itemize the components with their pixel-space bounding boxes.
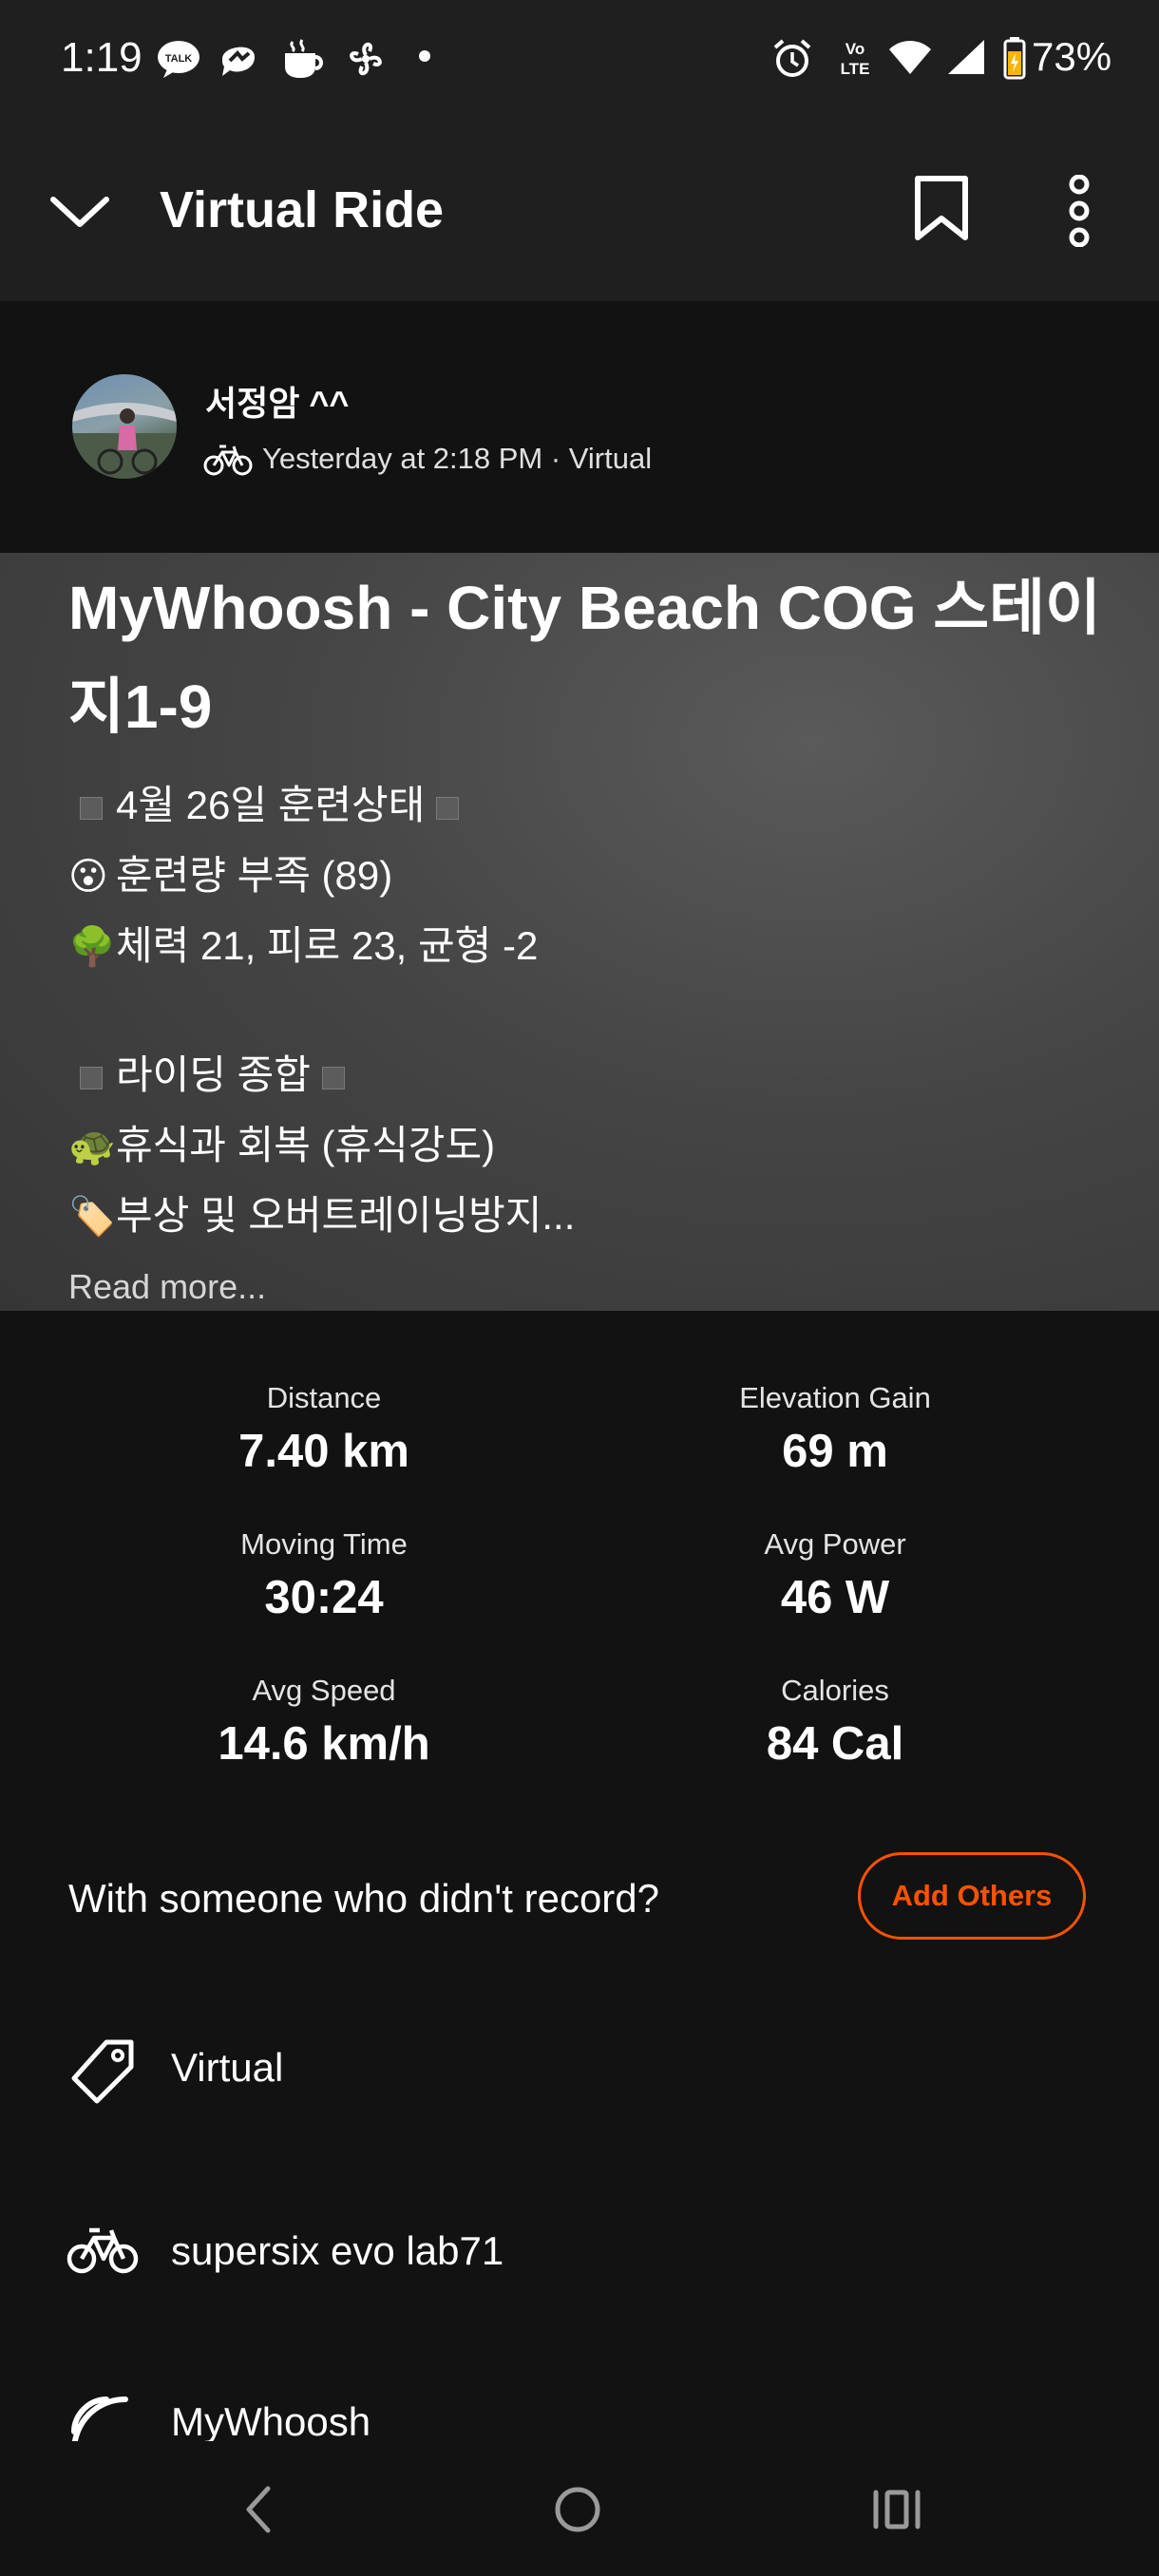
status-time: 1:19: [61, 34, 142, 81]
svg-text:Vo: Vo: [846, 40, 864, 58]
svg-text:TALK: TALK: [165, 53, 193, 65]
stat-value-avg-speed: 14.6 km/h: [218, 1718, 430, 1770]
stat-value-distance: 7.40 km: [238, 1426, 409, 1477]
description-line: 라이딩 종합: [68, 1043, 358, 1101]
square-bullet-icon: [80, 1066, 103, 1089]
activity-title: MyWhoosh - City Beach COG 스테이지1-9: [68, 574, 1101, 741]
description-line: 4월 26일 훈련상태: [68, 773, 472, 831]
square-bullet-icon: [436, 796, 460, 820]
stat-label-moving-time: Moving Time: [240, 1527, 408, 1561]
stat-value-avg-power: 46 W: [780, 1572, 890, 1623]
description-text: 4월 26일 훈련상태: [116, 783, 426, 827]
stat-label-avg-power: Avg Power: [764, 1527, 906, 1561]
dot-icon: [419, 50, 430, 62]
athlete-name[interactable]: 서정암 ^^: [205, 376, 349, 426]
description-text: 휴식과 회복 (휴식강도): [116, 1123, 496, 1167]
description-line: 🏷️부상 및 오버트레이닝방지...: [68, 1184, 575, 1241]
description-line: 🐢휴식과 회복 (휴식강도): [68, 1113, 495, 1171]
stat-value-moving-time: 30:24: [264, 1572, 384, 1623]
collapse-chevron-down-icon[interactable]: [48, 186, 112, 239]
recent-apps-icon[interactable]: [870, 2483, 923, 2536]
detail-row-label[interactable]: MyWhoosh: [171, 2399, 370, 2441]
description-text: 라이딩 종합: [116, 1052, 311, 1097]
detail-row-label[interactable]: supersix evo lab71: [171, 2228, 504, 2274]
astonished-emoji-icon: 😮: [68, 856, 108, 898]
tag-icon: [71, 2039, 134, 2104]
battery-icon: [1003, 37, 1026, 80]
square-bullet-icon: [321, 1066, 345, 1089]
stat-label-avg-speed: Avg Speed: [252, 1674, 396, 1707]
description-text: 체력 21, 피로 23, 균형 -2: [116, 923, 539, 968]
avatar[interactable]: [72, 374, 177, 479]
more-options-icon[interactable]: [1056, 175, 1102, 247]
tree-emoji-icon: 🌳: [68, 926, 116, 968]
volte-icon: Vo LTE: [841, 40, 870, 78]
device-icon: [71, 2396, 128, 2441]
description-text: 훈련량 부족 (89): [116, 853, 393, 898]
signal-icon: [948, 40, 984, 74]
back-icon[interactable]: [236, 2481, 283, 2538]
stat-label-distance: Distance: [266, 1381, 382, 1414]
home-icon[interactable]: [551, 2483, 604, 2536]
detail-row-label[interactable]: Virtual: [171, 2045, 283, 2091]
cup-icon: [285, 39, 323, 78]
description-line: 😮 훈련량 부족 (89): [68, 843, 392, 901]
activity-meta: Yesterday at 2:18 PM · Virtual: [262, 442, 653, 475]
bike-icon: [66, 2227, 139, 2274]
wifi-icon: [889, 41, 931, 74]
description-line: 🌳체력 21, 피로 23, 균형 -2: [68, 914, 538, 972]
add-others-button[interactable]: Add Others: [858, 1852, 1086, 1940]
bike-icon: [203, 445, 253, 476]
stat-label-calories: Calories: [781, 1674, 889, 1707]
pinwheel-icon: [350, 42, 382, 76]
stat-value-calories: 84 Cal: [766, 1718, 904, 1770]
page-title: Virtual Ride: [160, 181, 445, 238]
label-emoji-icon: 🏷️: [68, 1196, 116, 1238]
battery-percentage: 73%: [1032, 34, 1112, 79]
alarm-icon: [773, 39, 811, 77]
detail-row-clip: MyWhoosh: [0, 2382, 1159, 2441]
with-someone-prompt: With someone who didn't record?: [68, 1876, 660, 1921]
description-text: 부상 및 오버트레이닝방지...: [116, 1193, 576, 1238]
square-bullet-icon: [80, 796, 103, 820]
stat-label-elevation: Elevation Gain: [739, 1381, 931, 1414]
svg-text:LTE: LTE: [841, 60, 870, 78]
messenger-icon: [222, 47, 255, 76]
kakaotalk-icon: TALK: [158, 41, 200, 78]
bookmark-icon[interactable]: [912, 175, 971, 243]
avatar-photo: [72, 403, 177, 479]
turtle-emoji-icon: 🐢: [68, 1126, 116, 1167]
stat-value-elevation: 69 m: [782, 1426, 888, 1477]
read-more-link[interactable]: Read more...: [68, 1267, 266, 1307]
